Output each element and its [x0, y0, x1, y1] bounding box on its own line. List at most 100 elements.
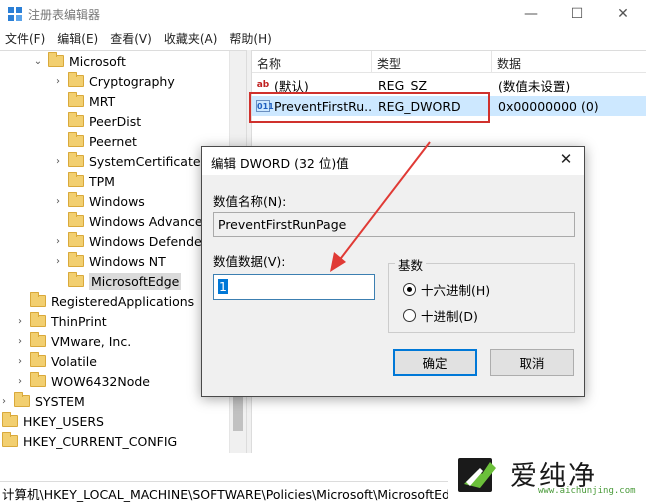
string-value-icon: ab	[256, 80, 270, 90]
tree-item-label: SYSTEM	[35, 393, 85, 409]
menu-file[interactable]: 文件(F)	[0, 28, 50, 48]
radio-hex[interactable]: 十六进制(H)	[403, 280, 490, 299]
brand-logo-icon	[458, 458, 496, 492]
folder-icon	[30, 312, 46, 327]
tree-item-vmware[interactable]: › VMware, Inc.	[14, 331, 131, 351]
menu-edit[interactable]: 编辑(E)	[52, 28, 103, 48]
folder-icon	[68, 232, 84, 247]
chevron-right-icon[interactable]: ›	[14, 316, 26, 327]
tree-item-systemcertificates[interactable]: › SystemCertificates	[52, 151, 207, 171]
tree-item-label: MRT	[89, 93, 116, 109]
tree-item-wow6432node[interactable]: › WOW6432Node	[14, 371, 150, 391]
status-path: 计算机\HKEY_LOCAL_MACHINE\SOFTWARE\Policies…	[2, 487, 466, 502]
cancel-button[interactable]: 取消	[490, 349, 574, 376]
dialog-title: 编辑 DWORD (32 位)值	[211, 156, 349, 171]
dialog-title-bar: 编辑 DWORD (32 位)值 ✕	[202, 147, 584, 175]
value-name-text: PreventFirstRunPage	[218, 217, 347, 232]
tree-item-hkey-current-config[interactable]: ›HKEY_CURRENT_CONFIG	[0, 431, 177, 451]
tree-item-hkey-users[interactable]: ›HKEY_USERS	[0, 411, 104, 431]
folder-icon	[30, 352, 46, 367]
menu-view[interactable]: 查看(V)	[105, 28, 157, 48]
tree-item-windows[interactable]: › Windows	[52, 191, 145, 211]
title-bar: 注册表编辑器 — ☐ ✕	[0, 0, 646, 28]
base-group: 基数 十六进制(H) 十进制(D)	[388, 255, 575, 333]
chevron-right-icon[interactable]: ›	[14, 336, 26, 347]
edit-dword-dialog: 编辑 DWORD (32 位)值 ✕ 数值名称(N): PreventFirst…	[201, 146, 585, 397]
value-data-input[interactable]: 1	[213, 274, 375, 300]
tree-item-label: Volatile	[51, 353, 97, 369]
chevron-right-icon[interactable]: ›	[52, 76, 64, 87]
radio-decimal[interactable]: 十进制(D)	[403, 306, 478, 325]
tree-item-label: Microsoft	[69, 53, 126, 69]
column-header-data[interactable]: 数据	[492, 51, 646, 73]
tree-item-label: Peernet	[89, 133, 137, 149]
tree-item-label: HKEY_CURRENT_CONFIG	[23, 433, 178, 449]
close-icon: ✕	[617, 6, 629, 22]
radio-selected-icon	[403, 283, 416, 296]
folder-icon	[68, 272, 84, 287]
tree-item-peernet[interactable]: Peernet	[52, 131, 137, 151]
chevron-right-icon[interactable]: ›	[0, 396, 10, 407]
chevron-right-icon[interactable]: ›	[52, 196, 64, 207]
folder-icon	[30, 372, 46, 387]
tree-item-thinprint[interactable]: › ThinPrint	[14, 311, 107, 331]
tree-item-label: Windows Advanced	[89, 213, 211, 229]
tree-item-peerdist[interactable]: PeerDist	[52, 111, 141, 131]
folder-icon	[2, 432, 18, 447]
tree-item-windows-defender[interactable]: › Windows Defender	[52, 231, 207, 251]
chevron-right-icon[interactable]: ›	[14, 376, 26, 387]
tree-item-windows-advanced[interactable]: Windows Advanced	[52, 211, 211, 231]
tree-item-microsoftedge[interactable]: MicrosoftEdge	[52, 271, 182, 291]
radio-unselected-icon	[403, 309, 416, 322]
tree-item-label: VMware, Inc.	[51, 333, 132, 349]
maximize-button[interactable]: ☐	[554, 0, 600, 28]
folder-icon	[68, 92, 84, 107]
chevron-right-icon[interactable]: ›	[14, 356, 26, 367]
folder-icon	[68, 192, 84, 207]
tree-item-microsoft[interactable]: ⌄ Microsoft	[32, 51, 126, 71]
minimize-icon: —	[524, 6, 538, 22]
brand-url: www.aichunjing.com	[538, 486, 636, 496]
tree-item-tpm[interactable]: TPM	[52, 171, 115, 191]
value-type: REG_SZ	[378, 77, 428, 93]
tree-item-registeredapplications[interactable]: RegisteredApplications	[14, 291, 194, 311]
base-group-label: 基数	[395, 255, 427, 274]
folder-icon	[68, 132, 84, 147]
list-header: 名称 类型 数据	[252, 51, 646, 73]
folder-icon	[68, 112, 84, 127]
chevron-right-icon[interactable]: ›	[52, 156, 64, 167]
maximize-icon: ☐	[570, 6, 584, 22]
menu-bar: 文件(F) 编辑(E) 查看(V) 收藏夹(A) 帮助(H)	[0, 28, 646, 48]
value-data: 0x00000000 (0)	[498, 98, 599, 114]
tree-item-label: MicrosoftEdge	[89, 272, 182, 290]
radio-hex-label: 十六进制(H)	[421, 283, 491, 298]
tree-item-cryptography[interactable]: › Cryptography	[52, 71, 175, 91]
tree-item-mrt[interactable]: MRT	[52, 91, 115, 111]
value-data-label: 数值数据(V):	[213, 254, 286, 269]
tree-item-volatile[interactable]: › Volatile	[14, 351, 97, 371]
minimize-button[interactable]: —	[508, 0, 554, 28]
regedit-app-icon	[8, 7, 22, 21]
dialog-close-icon[interactable]: ✕	[554, 150, 578, 172]
menu-help[interactable]: 帮助(H)	[224, 28, 276, 48]
folder-icon	[68, 152, 84, 167]
tree-item-system[interactable]: › SYSTEM	[0, 391, 85, 411]
value-data: (数值未设置)	[498, 78, 571, 94]
column-header-name[interactable]: 名称	[252, 51, 372, 73]
tree-item-label: Windows	[89, 193, 145, 209]
value-name-label: 数值名称(N):	[213, 194, 287, 209]
chevron-right-icon[interactable]: ›	[52, 256, 64, 267]
window-title: 注册表编辑器	[28, 8, 101, 22]
chevron-down-icon[interactable]: ⌄	[32, 56, 44, 67]
folder-icon	[14, 392, 30, 407]
value-name-field: PreventFirstRunPage	[213, 212, 575, 237]
chevron-right-icon[interactable]: ›	[52, 236, 64, 247]
close-button[interactable]: ✕	[600, 0, 646, 28]
tree-item-label: WOW6432Node	[51, 373, 150, 389]
menu-favorites[interactable]: 收藏夹(A)	[159, 28, 223, 48]
column-header-type[interactable]: 类型	[372, 51, 492, 73]
radio-decimal-label: 十进制(D)	[421, 309, 478, 324]
watermark: 爱纯净 www.aichunjing.com	[448, 452, 646, 502]
tree-item-windows-nt[interactable]: › Windows NT	[52, 251, 166, 271]
ok-button[interactable]: 确定	[393, 349, 477, 376]
